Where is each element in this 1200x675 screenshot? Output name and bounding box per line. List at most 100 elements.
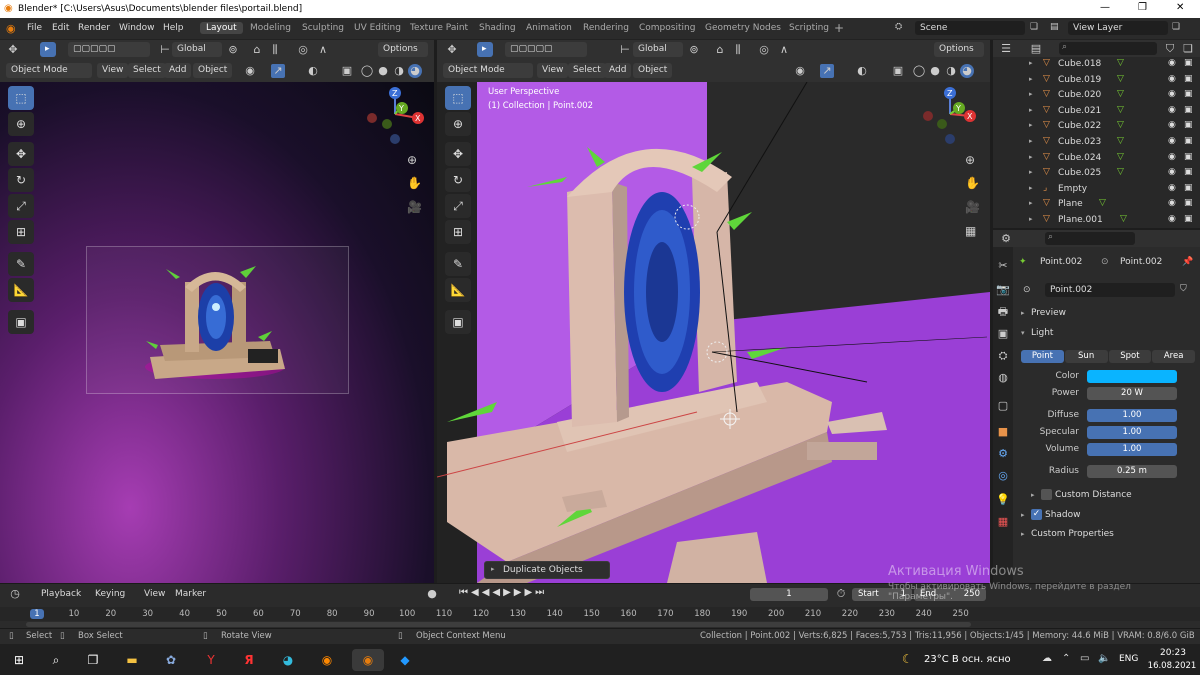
options-dropdown-right[interactable]: Options [934,42,984,57]
marker-menu[interactable]: Marker [175,589,206,599]
expand-icon[interactable]: ▸ [1029,137,1033,145]
zoom-icon-right[interactable]: ⊕ [965,153,975,167]
visibility-eye-icon[interactable]: ◉ [1168,214,1176,224]
navigation-gizmo-right[interactable]: Z X Y [915,86,985,146]
expand-icon[interactable]: ▸ [1029,215,1033,223]
gizmo-icon[interactable]: ↗ [271,64,285,78]
light-data-tab-icon[interactable]: 💡 [996,493,1010,507]
material-shading-icon-right[interactable]: ◑ [944,64,958,78]
custom-properties-expand-icon[interactable]: ▸ [1021,530,1025,538]
maximize-icon[interactable]: ❐ [1138,2,1147,13]
operator-panel[interactable]: ▸ Duplicate Objects [484,561,610,579]
object-mode-dropdown-right[interactable]: Object Mode [443,63,533,78]
shadow-checkbox[interactable]: ✓ [1031,509,1042,520]
light-type-point[interactable]: Point [1021,349,1064,363]
outliner-item[interactable]: ▸ ▽ Cube.025 ▽ ◉ ▣ [993,166,1200,181]
object-mode-dropdown[interactable]: Object Mode [6,63,92,78]
visibility-eye-icon[interactable]: ◉ [1168,58,1176,68]
menu-edit[interactable]: Edit [52,23,69,33]
visibility-eye-icon[interactable]: ◉ [1168,74,1176,84]
datablock-name-field[interactable]: Point.002 [1045,283,1175,297]
radius-field[interactable]: 0.25 m [1087,465,1177,478]
outliner-item[interactable]: ▸ ▽ Cube.023 ▽ ◉ ▣ [993,135,1200,150]
mesh-data-icon[interactable]: ▽ [1117,74,1124,84]
pin-icon[interactable]: 📌 [1182,257,1193,267]
pivot-icon[interactable]: ⊚ [226,43,240,57]
outliner-item[interactable]: ▸ ▽ Cube.021 ▽ ◉ ▣ [993,104,1200,119]
render-camera-icon[interactable]: ▣ [1184,152,1193,162]
right-viewport[interactable]: ⬚ ⊕ ✥ ↻ ⤢ ⊞ ✎ 📐 ▣ User Perspective (1) C… [437,82,990,583]
scale-tool-icon-right[interactable]: ⤢ [445,194,471,218]
constraints-tab-icon[interactable]: ⚙ [996,447,1010,461]
clock-date[interactable]: 16.08.2021 [1147,661,1197,671]
visibility-icon[interactable]: ◉ [243,64,257,78]
render-camera-icon[interactable]: ▣ [1184,136,1193,146]
cursor-tool-icon[interactable]: ⊕ [8,112,34,136]
snap-icon[interactable]: ⌂ [250,43,264,57]
tab-scripting[interactable]: Scripting [783,22,835,34]
preview-panel-header[interactable]: Preview [1031,308,1066,318]
object-menu[interactable]: Object [193,63,233,78]
tab-animation[interactable]: Animation [520,22,578,34]
transform-tool-icon[interactable]: ⊞ [8,220,34,244]
select-box-tool-icon-right[interactable]: ⬚ [445,86,471,110]
solid-shading-icon-right[interactable]: ● [928,64,942,78]
mesh-data-icon[interactable]: ▽ [1120,214,1127,224]
annotate-tool-icon[interactable]: ✎ [8,252,34,276]
annotate-tool-icon-right[interactable]: ✎ [445,252,471,276]
output-tab-icon[interactable]: 🖶 [996,305,1010,319]
view-layer-icon[interactable]: ▤ [1050,22,1059,32]
blender-menu-icon[interactable]: ◉ [6,22,16,35]
properties-editor-icon[interactable]: ⚙ [999,232,1013,246]
pan-hand-icon[interactable]: ✋ [407,176,422,190]
outliner-editor-icon[interactable]: ☰ [999,42,1013,56]
outliner-item[interactable]: ▸ ⌟ Empty ◉ ▣ [993,182,1200,197]
view-layer-tab-icon[interactable]: ▣ [996,327,1010,341]
tab-texture-paint[interactable]: Texture Paint [404,22,474,34]
select-mode-icons[interactable]: ▢▢▢▢▢ [68,42,150,57]
tool-tab-icon[interactable]: ✂ [996,259,1010,273]
tab-modeling[interactable]: Modeling [244,22,297,34]
camera-view-icon-right[interactable]: 🎥 [965,200,980,214]
material-shading-icon[interactable]: ◑ [392,64,406,78]
clock-icon[interactable]: ⏱ [834,587,848,601]
falloff-icon[interactable]: ∧ [316,43,330,57]
blender-taskbar-icon[interactable]: ◉ [352,649,384,671]
left-viewport[interactable]: ⬚ ⊕ ✥ ↻ ⤢ ⊞ ✎ 📐 ▣ Z X Y ⊕ ✋ 🎥 [0,82,434,583]
firefox-icon[interactable]: ◉ [316,649,338,671]
tab-sculpting[interactable]: Sculpting [296,22,350,34]
select-mode-icons-right[interactable]: ▢▢▢▢▢ [505,42,587,57]
expand-icon[interactable]: ▸ [1029,59,1033,67]
transform-tool-icon-right[interactable]: ⊞ [445,220,471,244]
pivot-icon-right[interactable]: ⊚ [687,43,701,57]
properties-search[interactable]: ⌕ [1045,232,1135,245]
visibility-eye-icon[interactable]: ◉ [1168,105,1176,115]
select-tool-icon[interactable]: ▸ [40,42,56,57]
move-tool-icon[interactable]: ✥ [8,142,34,166]
world-tab-icon[interactable]: ◍ [996,371,1010,385]
physics-tab-icon[interactable]: ◎ [996,469,1010,483]
add-cube-tool-icon[interactable]: ▣ [8,310,34,334]
playback-menu[interactable]: Playback [41,589,81,599]
measure-tool-icon-right[interactable]: 📐 [445,278,471,302]
expand-icon[interactable]: ▸ [1029,90,1033,98]
measure-tool-icon[interactable]: 📐 [8,278,34,302]
record-icon[interactable]: ● [425,587,439,601]
view-menu-right[interactable]: View [537,63,569,78]
timeline-scrollbar[interactable] [26,622,971,627]
editor-type-icon-right[interactable]: ✥ [445,43,459,57]
light-color-swatch[interactable] [1087,370,1177,383]
move-tool-icon-right[interactable]: ✥ [445,142,471,166]
power-field[interactable]: 20 W [1087,387,1177,400]
network-icon[interactable]: ▭ [1080,653,1089,664]
add-workspace-icon[interactable]: + [834,21,844,35]
add-menu-right[interactable]: Add [604,63,632,78]
mesh-data-icon[interactable]: ▽ [1117,136,1124,146]
wireframe-shading-icon-right[interactable]: ◯ [912,64,926,78]
weather-text[interactable]: 23°C В осн. ясно [924,654,1011,665]
object-menu-right[interactable]: Object [633,63,673,78]
scene-tab-icon[interactable]: ⛭ [996,349,1010,363]
view-menu[interactable]: View [97,63,129,78]
language-indicator[interactable]: ENG [1119,654,1138,664]
expand-icon[interactable]: ▸ [1029,199,1033,207]
